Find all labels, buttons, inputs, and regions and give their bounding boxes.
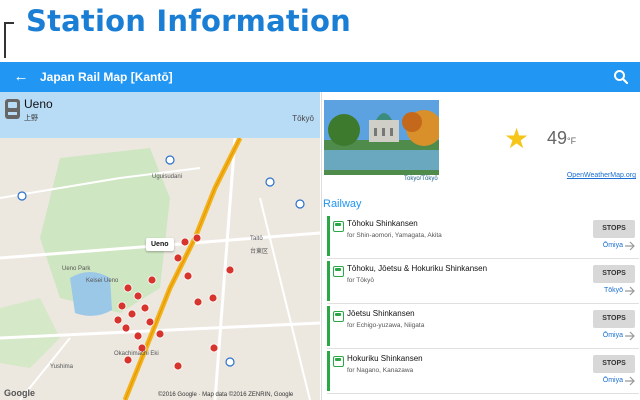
line-name: Tōhoku, Jōetsu & Hokuriku Shinkansen bbox=[347, 264, 488, 273]
station-region: Tōkyō bbox=[292, 114, 314, 123]
train-line-icon bbox=[333, 221, 344, 232]
station-name-kanji: 上野 bbox=[24, 115, 38, 122]
temperature-value: 49 bbox=[547, 128, 568, 148]
arrow-right-icon[interactable] bbox=[624, 286, 636, 296]
search-icon[interactable] bbox=[612, 68, 630, 86]
arrow-right-icon[interactable] bbox=[624, 241, 636, 251]
railway-row[interactable]: Hokuriku Shinkansen for Nagano, Kanazawa… bbox=[327, 349, 639, 394]
line-name: Tōhoku Shinkansen bbox=[347, 219, 418, 228]
line-color-bar bbox=[327, 351, 330, 391]
weather-photo bbox=[324, 100, 439, 175]
photo-caption: Tokyo/Tōkyō bbox=[404, 176, 438, 182]
next-station[interactable]: Ōmiya bbox=[603, 377, 623, 384]
banner-title: Station Information bbox=[26, 4, 352, 38]
stops-button[interactable]: STOPS bbox=[593, 310, 635, 328]
line-destination: for Shin-aomori, Yamagata, Akita bbox=[347, 232, 442, 239]
railway-section-title: Railway bbox=[323, 198, 362, 210]
map-label-keisei-ueno: Keisei Ueno bbox=[86, 278, 119, 284]
train-icon bbox=[5, 99, 20, 119]
map-label-ueno-park: Ueno Park bbox=[62, 266, 91, 272]
stops-button[interactable]: STOPS bbox=[593, 220, 635, 238]
map-label-taito-kanji: 台東区 bbox=[250, 249, 269, 255]
map-callout-ueno[interactable]: Ueno bbox=[146, 238, 174, 251]
train-line-icon bbox=[333, 311, 344, 322]
banner-bracket bbox=[4, 22, 14, 58]
map-label-uguisudani: Uguisudani bbox=[152, 174, 183, 180]
station-header: Ueno 上野 Tōkyō bbox=[0, 92, 320, 138]
station-name: Ueno bbox=[24, 97, 53, 111]
map-label-taito: Taitō bbox=[250, 236, 263, 242]
railway-row[interactable]: Tōhoku, Jōetsu & Hokuriku Shinkansen for… bbox=[327, 259, 639, 304]
line-destination: for Echigo-yuzawa, Niigata bbox=[347, 322, 425, 329]
screen: Station Information ← Japan Rail Map [Ka… bbox=[0, 0, 640, 400]
station-map[interactable]: Uguisudani Taitō 台東区 Ueno Park Keisei Ue… bbox=[0, 138, 320, 400]
app-bar: ← Japan Rail Map [Kantō] bbox=[0, 62, 640, 92]
app-title: Japan Rail Map [Kantō] bbox=[40, 70, 173, 84]
next-station[interactable]: Ōmiya bbox=[603, 242, 623, 249]
map-copyright: ©2016 Google · Map data ©2016 ZENRIN, Go… bbox=[158, 392, 294, 398]
temperature: 49°F bbox=[547, 128, 576, 149]
line-name: Jōetsu Shinkansen bbox=[347, 309, 415, 318]
train-line-icon bbox=[333, 356, 344, 367]
line-name: Hokuriku Shinkansen bbox=[347, 354, 423, 363]
star-icon: ★ bbox=[504, 123, 530, 154]
weather-source-link[interactable]: OpenWeatherMap.org bbox=[567, 172, 636, 179]
line-color-bar bbox=[327, 261, 330, 301]
info-pane: Tokyo/Tōkyō ★ 49°F OpenWeatherMap.org Ra… bbox=[321, 92, 640, 400]
line-color-bar bbox=[327, 306, 330, 346]
map-label-yushima: Yushima bbox=[50, 364, 74, 370]
next-station[interactable]: Ōmiya bbox=[603, 332, 623, 339]
railway-list: Tōhoku Shinkansen for Shin-aomori, Yamag… bbox=[327, 214, 639, 394]
line-destination: for Tōkyō bbox=[347, 277, 374, 284]
banner: Station Information bbox=[0, 0, 640, 62]
next-station[interactable]: Tōkyō bbox=[604, 287, 623, 294]
line-color-bar bbox=[327, 216, 330, 256]
map-provider-logo[interactable]: Google bbox=[4, 388, 35, 398]
arrow-right-icon[interactable] bbox=[624, 331, 636, 341]
arrow-right-icon[interactable] bbox=[624, 376, 636, 386]
arrow-left-icon[interactable]: ← bbox=[12, 68, 30, 86]
line-destination: for Nagano, Kanazawa bbox=[347, 367, 414, 374]
train-line-icon bbox=[333, 266, 344, 277]
stops-button[interactable]: STOPS bbox=[593, 355, 635, 373]
railway-row[interactable]: Jōetsu Shinkansen for Echigo-yuzawa, Nii… bbox=[327, 304, 639, 349]
map-label-okachimachi: Okachimachi Eki bbox=[114, 351, 159, 357]
stops-button[interactable]: STOPS bbox=[593, 265, 635, 283]
railway-row[interactable]: Tōhoku Shinkansen for Shin-aomori, Yamag… bbox=[327, 214, 639, 259]
temperature-unit: °F bbox=[567, 136, 577, 146]
